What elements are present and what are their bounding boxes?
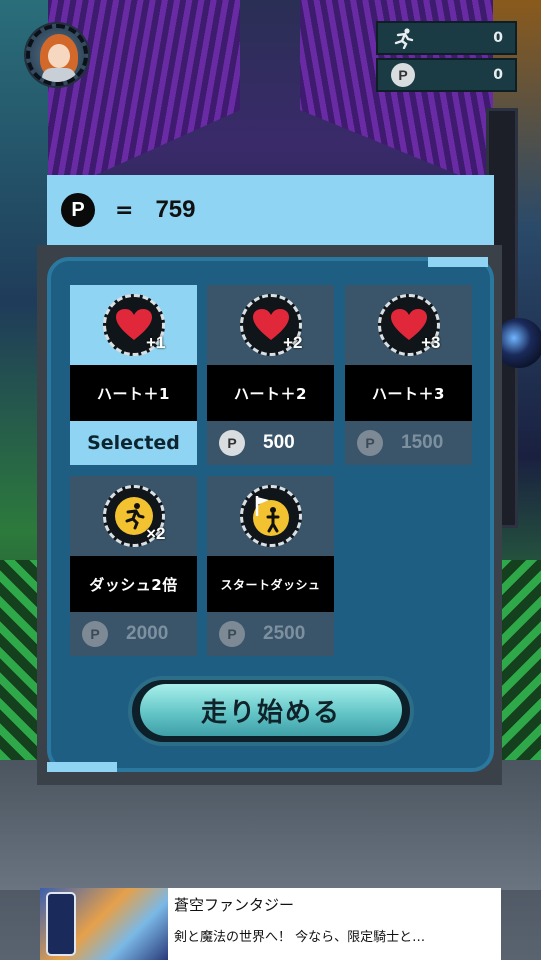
running-man-icon bbox=[390, 25, 416, 51]
right-foliage bbox=[496, 560, 541, 760]
item-name: ハート＋3 bbox=[345, 365, 472, 421]
dash-icon: ×2 bbox=[102, 485, 166, 547]
equals-sign: = bbox=[115, 197, 134, 223]
item-name: ハート＋2 bbox=[207, 365, 334, 421]
point-coin-icon: P bbox=[219, 621, 245, 647]
item-price: P 500 bbox=[207, 421, 334, 465]
shop-item-heart-2[interactable]: +2 ハート＋2 P 500 bbox=[207, 285, 334, 465]
ad-description[interactable]: 剣と魔法の世界へ！ 今なら、限定騎士と… bbox=[174, 926, 425, 945]
start-dash-flag-icon bbox=[239, 485, 302, 547]
balance-value: 759 bbox=[155, 196, 196, 223]
ad-title[interactable]: 蒼空ファンタジー bbox=[174, 894, 294, 915]
phone-icon bbox=[46, 892, 76, 956]
ad-banner[interactable]: 蒼空ファンタジー 剣と魔法の世界へ！ 今なら、限定騎士と… bbox=[40, 888, 501, 960]
point-coin-icon: P bbox=[82, 621, 108, 647]
shop-item-heart-1[interactable]: +1 ハート＋1 Selected bbox=[70, 285, 197, 465]
start-running-button[interactable]: 走り始める bbox=[140, 684, 402, 736]
item-name: ダッシュ2倍 bbox=[70, 556, 197, 612]
item-price: P 2000 bbox=[70, 612, 197, 656]
point-coin-icon: P bbox=[219, 430, 245, 456]
shop-item-heart-3[interactable]: +3 ハート＋3 P 1500 bbox=[345, 285, 472, 465]
balance-bar: P = 759 bbox=[47, 175, 494, 245]
points-value: 0 bbox=[493, 67, 503, 83]
point-coin-icon: P bbox=[391, 63, 415, 87]
point-coin-icon: P bbox=[61, 193, 95, 227]
heart-icon: +1 bbox=[102, 294, 166, 356]
distance-counter: 0 bbox=[376, 21, 517, 55]
heart-icon: +3 bbox=[377, 294, 441, 356]
points-counter: P 0 bbox=[376, 58, 517, 92]
ad-thumbnail[interactable] bbox=[40, 888, 168, 960]
item-status: Selected bbox=[70, 421, 197, 465]
shop-item-start-dash[interactable]: スタートダッシュ P 2500 bbox=[207, 476, 334, 656]
item-name: スタートダッシュ bbox=[207, 556, 334, 612]
shop-item-dash-x2[interactable]: ×2 ダッシュ2倍 P 2000 bbox=[70, 476, 197, 656]
heart-icon: +2 bbox=[239, 294, 303, 356]
item-price: P 1500 bbox=[345, 421, 472, 465]
point-coin-icon: P bbox=[357, 430, 383, 456]
item-name: ハート＋1 bbox=[70, 365, 197, 421]
item-price: P 2500 bbox=[207, 612, 334, 656]
distance-value: 0 bbox=[493, 30, 503, 46]
player-avatar[interactable] bbox=[26, 24, 88, 86]
